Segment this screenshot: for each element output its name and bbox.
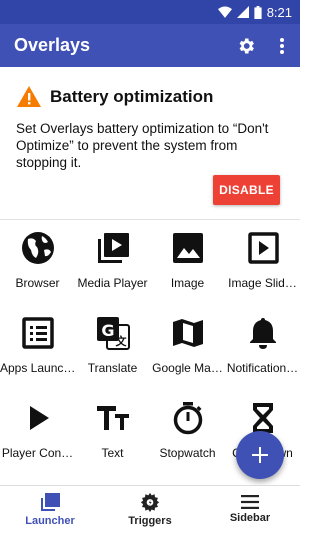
nav-label: Triggers [128,515,172,527]
launcher-label: Notification… [226,361,299,375]
launcher-item-browser[interactable]: Browser [0,220,75,305]
nav-item-triggers[interactable]: Triggers [100,486,200,533]
status-time: 8:21 [266,4,292,20]
banner-header: Battery optimization [16,85,213,108]
add-icon [252,447,268,463]
translate-icon: G 文 [96,317,130,350]
nav-item-launcher[interactable]: Launcher [0,486,100,533]
launcher-label: Image Slid… [228,276,297,290]
launcher-item-google-maps[interactable]: Google Ma… [150,305,225,390]
nav-item-sidebar[interactable]: Sidebar [200,486,300,533]
svg-text:G: G [101,321,114,340]
signal-icon [236,6,249,18]
launcher-item-player-controls[interactable]: Player Con… [0,390,75,475]
add-fab-button[interactable] [236,431,284,479]
warning-icon [17,86,41,107]
app-bar: Overlays [0,24,300,67]
image-icon [172,233,203,263]
launcher-item-translate[interactable]: G 文 Translate [75,305,150,390]
video-library-icon [97,233,129,263]
launcher-item-notifications[interactable]: Notification… [225,305,300,390]
svg-text:文: 文 [115,334,127,348]
menu-icon [241,495,259,509]
battery-optimization-banner: Battery optimization Set Overlays batter… [0,67,300,220]
nav-label: Sidebar [229,512,271,524]
triggers-gear-icon [140,492,160,512]
text-icon [96,406,129,430]
launcher-icon [41,493,60,511]
gear-icon [239,38,254,53]
launcher-item-image[interactable]: Image [150,220,225,305]
launcher-item-apps-launcher[interactable]: Apps Launc… [0,305,75,390]
launcher-label: Stopwatch [159,446,216,460]
battery-icon [254,5,262,19]
bell-icon [249,318,276,349]
play-icon [29,406,49,430]
more-vert-icon [280,37,284,54]
launcher-label: Player Con… [1,446,74,460]
list-icon [21,317,54,349]
globe-icon [21,232,54,264]
bottom-navigation: Launcher Triggers Sidebar [0,485,300,533]
launcher-label: Text [101,446,124,460]
app-title: Overlays [14,35,91,55]
launcher-label: Apps Launc… [0,361,75,375]
wifi-icon [217,6,232,18]
launcher-label: Google Ma… [152,361,223,375]
launcher-label: Image [170,276,205,290]
launcher-item-text[interactable]: Text [75,390,150,475]
nav-label: Launcher [25,515,75,527]
launcher-label: Browser [15,276,60,290]
banner-message: Set Overlays battery optimization to “Do… [16,121,269,170]
overflow-menu-button[interactable] [266,30,298,62]
launcher-item-image-slideshow[interactable]: Image Slid… [225,220,300,305]
slideshow-icon [247,232,279,264]
launcher-item-media-player[interactable]: Media Player [75,220,150,305]
launcher-label: Translate [87,361,138,375]
stopwatch-icon [173,402,202,435]
launcher-item-stopwatch[interactable]: Stopwatch [150,390,225,475]
settings-button[interactable] [230,30,262,62]
launcher-label: Media Player [77,276,148,290]
status-bar: 8:21 [0,0,300,24]
disable-button[interactable]: DISABLE [213,175,280,205]
banner-title: Battery optimization [50,86,214,106]
map-icon [172,319,203,347]
